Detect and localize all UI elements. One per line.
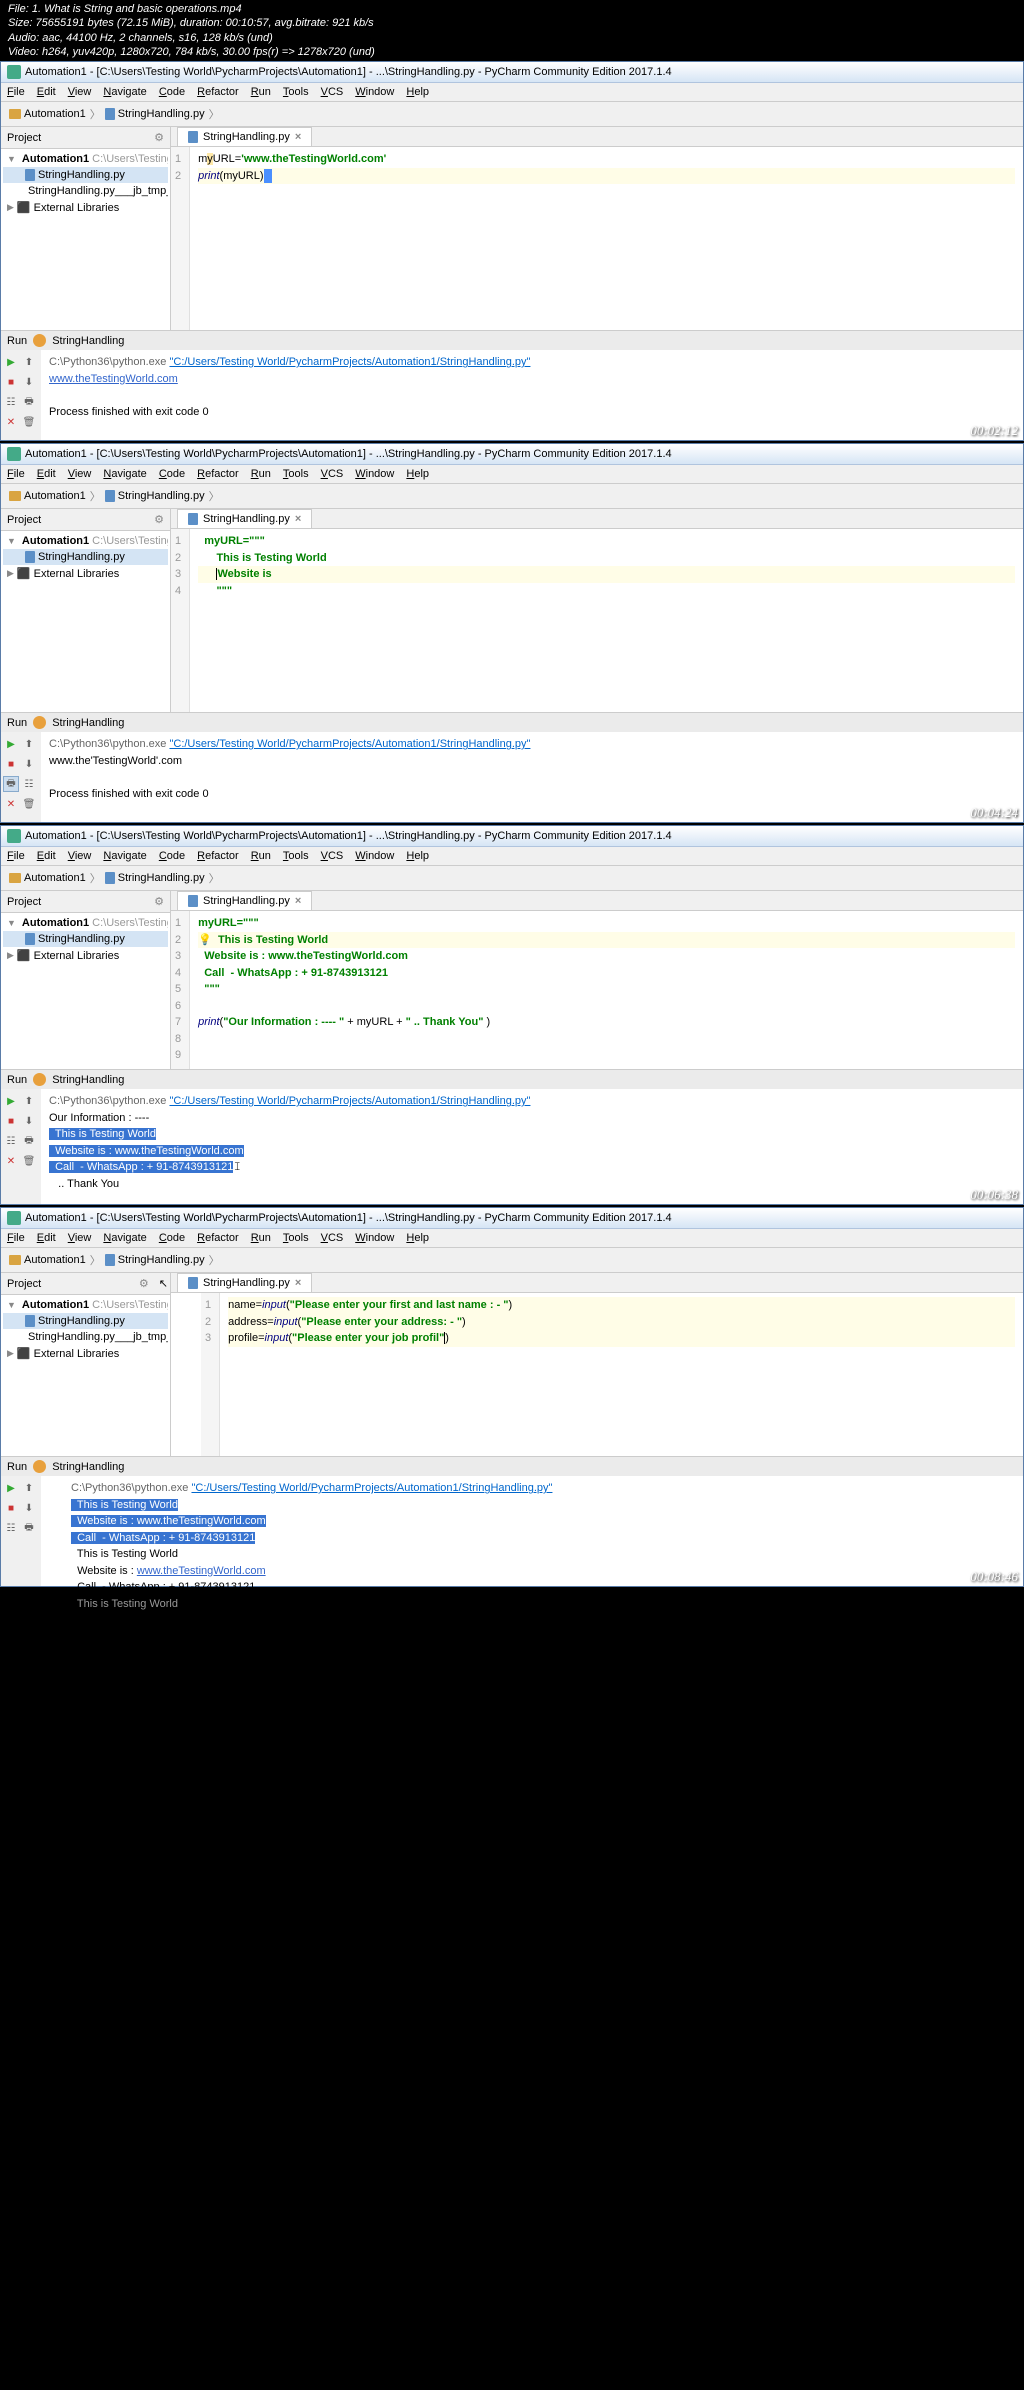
menu-refactor[interactable]: Refactor	[197, 86, 239, 98]
window-titlebar[interactable]: Automation1 - [C:\Users\Testing World\Py…	[1, 444, 1023, 465]
menu-help[interactable]: Help	[406, 86, 429, 98]
tree-root[interactable]: ▼Automation1 C:\Users\Testing W	[3, 533, 168, 549]
video-timestamp: 00:06:38	[970, 1187, 1018, 1203]
tree-file-selected[interactable]: StringHandling.py	[3, 549, 168, 565]
editor-tab[interactable]: StringHandling.py×	[177, 1273, 312, 1292]
up-icon[interactable]: ⬆	[21, 354, 37, 370]
console-toolbar: ▶⬆ ■⬇ ☷🖶 ✕🗑	[1, 350, 41, 440]
close-icon[interactable]: ✕	[3, 414, 19, 430]
video-timestamp: 00:08:46	[970, 1569, 1018, 1585]
down-icon[interactable]: ⬇	[21, 374, 37, 390]
file-info-header: File: 1. What is String and basic operat…	[0, 0, 1024, 61]
code-editor[interactable]: 123 name=input("Please enter your first …	[171, 1293, 1023, 1456]
window-title: Automation1 - [C:\Users\Testing World\Py…	[25, 66, 672, 78]
menu-code[interactable]: Code	[159, 86, 185, 98]
run-console[interactable]: C:\Python36\python.exe "C:/Users/Testing…	[41, 732, 1023, 822]
rerun-icon[interactable]: ▶	[3, 354, 19, 370]
video-timestamp: 00:04:24	[970, 805, 1018, 821]
project-tool-header[interactable]: Project⚙	[1, 127, 170, 149]
pycharm-icon	[7, 447, 21, 461]
tree-external-libs[interactable]: ▶⬛External Libraries	[3, 565, 168, 582]
run-config-icon	[33, 334, 46, 347]
menu-tools[interactable]: Tools	[283, 86, 309, 98]
menu-vcs[interactable]: VCS	[321, 86, 344, 98]
menu-window[interactable]: Window	[355, 86, 394, 98]
tree-external-libs[interactable]: ▶⬛External Libraries	[3, 199, 168, 216]
code-editor[interactable]: 123456789 myURL=""" 💡 This is Testing Wo…	[171, 911, 1023, 1069]
text-cursor	[264, 169, 272, 183]
close-tab-icon[interactable]: ×	[295, 513, 301, 525]
window-titlebar[interactable]: Automation1 - [C:\Users\Testing World\Py…	[1, 1208, 1023, 1229]
pycharm-icon	[7, 65, 21, 79]
editor-tab[interactable]: StringHandling.py×	[177, 891, 312, 910]
window-titlebar[interactable]: Automation1 - [C:\Users\Testing World\Py…	[1, 62, 1023, 83]
menu-bar[interactable]: File Edit View Navigate Code Refactor Ru…	[1, 83, 1023, 102]
menu-navigate[interactable]: Navigate	[103, 86, 146, 98]
tree-root[interactable]: ▼Automation1 C:\Users\Testing W	[3, 151, 168, 167]
trash-icon[interactable]: 🗑	[21, 414, 37, 430]
breadcrumb: Automation1〉StringHandling.py〉	[1, 484, 1023, 509]
editor-tab[interactable]: StringHandling.py×	[177, 127, 312, 146]
code-editor[interactable]: 12 myURL='www.theTestingWorld.com' print…	[171, 147, 1023, 330]
video-timestamp: 00:02:12	[970, 423, 1018, 439]
project-tool-header[interactable]: Project⚙	[1, 509, 170, 531]
layout-icon[interactable]: ☷	[3, 394, 19, 410]
menu-view[interactable]: View	[68, 86, 92, 98]
console-toolbar: ▶⬆ ■⬇ 🖶☷ ✕🗑	[1, 732, 41, 822]
menu-run[interactable]: Run	[251, 86, 271, 98]
tree-file-selected[interactable]: StringHandling.py	[3, 167, 168, 183]
breadcrumb: Automation1〉StringHandling.py〉	[1, 1248, 1023, 1273]
run-console[interactable]: C:\Python36\python.exe "C:/Users/Testing…	[41, 350, 1023, 440]
text-cursor-icon: 𝙸	[233, 1161, 241, 1173]
close-tab-icon[interactable]: ×	[295, 131, 301, 143]
breadcrumb: Automation1〉StringHandling.py〉	[1, 866, 1023, 891]
menu-bar[interactable]: FileEditViewNavigateCodeRefactorRunTools…	[1, 847, 1023, 866]
menu-file[interactable]: File	[7, 86, 25, 98]
window-titlebar[interactable]: Automation1 - [C:\Users\Testing World\Py…	[1, 826, 1023, 847]
gear-icon[interactable]: ⚙	[154, 131, 164, 144]
folder-icon	[9, 109, 21, 119]
mouse-cursor-icon: ↖	[159, 1277, 168, 1290]
editor-tab[interactable]: StringHandling.py×	[177, 509, 312, 528]
stop-icon[interactable]: ■	[3, 374, 19, 390]
breadcrumb: Automation1 〉 StringHandling.py 〉	[1, 102, 1023, 127]
print-icon[interactable]: 🖶	[3, 776, 19, 792]
python-file-icon	[105, 108, 115, 120]
run-label: Run	[7, 335, 27, 347]
code-editor[interactable]: 1234 myURL=""" This is Testing World Web…	[171, 529, 1023, 712]
menu-edit[interactable]: Edit	[37, 86, 56, 98]
run-console[interactable]: C:\Python36\python.exe "C:/Users/Testing…	[41, 1476, 1023, 1586]
menu-bar[interactable]: FileEditViewNavigateCodeRefactorRunTools…	[1, 1229, 1023, 1248]
tree-file[interactable]: StringHandling.py___jb_tmp_	[3, 183, 168, 199]
menu-bar[interactable]: FileEditViewNavigateCodeRefactorRunTools…	[1, 465, 1023, 484]
print-icon[interactable]: 🖶	[21, 394, 37, 410]
run-console[interactable]: C:\Python36\python.exe "C:/Users/Testing…	[41, 1089, 1023, 1204]
